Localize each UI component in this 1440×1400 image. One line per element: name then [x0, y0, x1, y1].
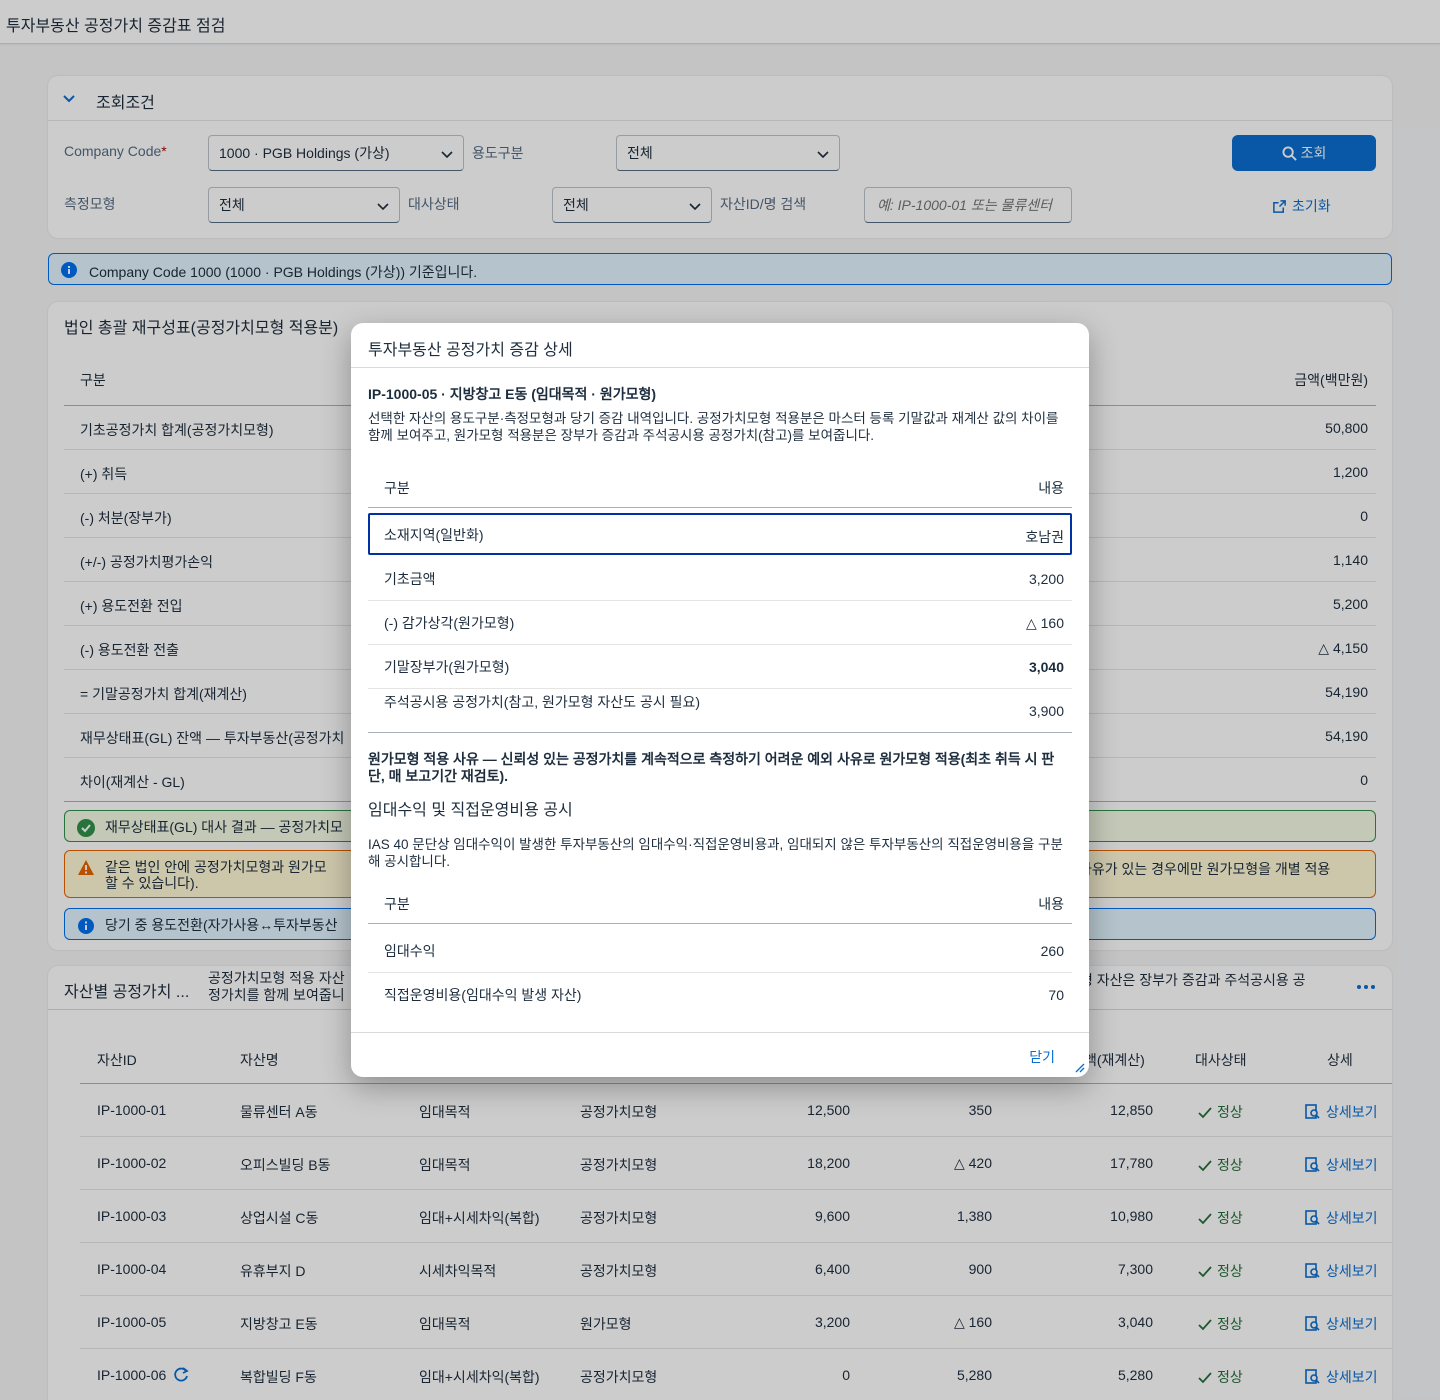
rental-row-value: 70 [1048, 987, 1064, 1003]
rental-col-label: 구분 [384, 896, 410, 912]
rental-table-row[interactable]: 임대수익 260 [368, 929, 1072, 973]
dialog-table-row[interactable]: 소재지역(일반화) 호남권 [368, 513, 1072, 555]
dialog-title: 투자부동산 공정가치 증감 상세 [368, 342, 573, 359]
dialog-description: 선택한 자산의 용도구분·측정모형과 당기 증감 내역입니다. 공정가치모형 적… [368, 411, 1059, 443]
rental-section-title: 임대수익 및 직접운영비용 공시 [368, 802, 573, 819]
rental-table-row[interactable]: 직접운영비용(임대수익 발생 자산) 70 [368, 973, 1072, 1017]
dialog-row-value: 호남권 [1025, 529, 1064, 545]
close-button[interactable]: 닫기 [1029, 1047, 1055, 1067]
dialog-table-row[interactable]: 주석공시용 공정가치(참고, 원가모형 자산도 공시 필요) 3,900 [368, 689, 1072, 733]
dialog-row-value: △ 160 [1025, 615, 1064, 631]
dialog-footer: 닫기 [351, 1032, 1089, 1077]
rental-section-description: IAS 40 문단상 임대수익이 발생한 투자부동산의 임대수익·직접운영비용과… [368, 837, 1063, 869]
dialog-row-value: 3,200 [1028, 571, 1064, 587]
dialog-row-label: 소재지역(일반화) [384, 527, 484, 543]
rental-row-label: 직접운영비용(임대수익 발생 자산) [384, 987, 582, 1003]
dialog-heading: IP-1000-05 · 지방창고 E동 (임대목적 · 원가모형) [368, 386, 657, 402]
dialog-table-header: 구분 내용 [368, 464, 1072, 508]
dialog-table-row[interactable]: 기말장부가(원가모형) 3,040 [368, 645, 1072, 689]
dialog-col-label: 구분 [384, 480, 410, 496]
dialog-table-row[interactable]: (-) 감가상각(원가모형) △ 160 [368, 601, 1072, 645]
rental-col-value: 내용 [1038, 896, 1064, 912]
rental-table-header: 구분 내용 [368, 880, 1072, 924]
detail-dialog: 투자부동산 공정가치 증감 상세 IP-1000-05 · 지방창고 E동 (임… [351, 323, 1089, 1077]
dialog-row-label: 기말장부가(원가모형) [384, 659, 510, 675]
dialog-table-row[interactable]: 기초금액 3,200 [368, 557, 1072, 601]
rental-row-label: 임대수익 [384, 943, 436, 959]
cost-model-reason: 원가모형 적용 사유 — 신뢰성 있는 공정가치를 계속적으로 측정하기 어려운… [368, 751, 1055, 784]
dialog-row-value: 3,900 [1028, 703, 1064, 719]
rental-row-value: 260 [1040, 943, 1064, 959]
dialog-row-label: 기초금액 [384, 571, 436, 587]
dialog-row-label: (-) 감가상각(원가모형) [384, 615, 515, 631]
dialog-col-value: 내용 [1038, 480, 1064, 496]
dialog-row-label: 주석공시용 공정가치(참고, 원가모형 자산도 공시 필요) [384, 694, 701, 710]
dialog-header: 투자부동산 공정가치 증감 상세 [351, 323, 1089, 368]
resize-handle-icon[interactable] [1075, 1063, 1085, 1073]
dialog-row-value: 3,040 [1028, 659, 1064, 675]
